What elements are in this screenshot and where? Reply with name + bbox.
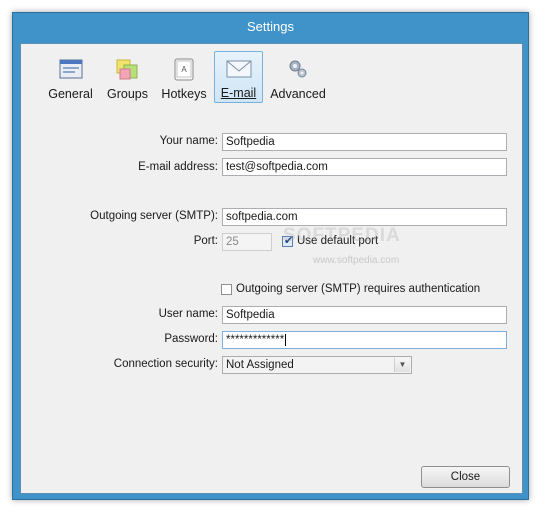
tab-email[interactable]: E-mail <box>214 51 263 103</box>
window-title: Settings <box>247 19 294 34</box>
password-value: ************* <box>226 334 285 346</box>
connection-security-select[interactable]: Not Assigned ▼ <box>222 356 412 374</box>
your-name-label: Your name: <box>159 135 218 147</box>
port-field[interactable]: 25 <box>222 233 272 251</box>
auth-checkbox[interactable] <box>221 284 232 295</box>
hotkeys-icon: A <box>173 58 195 85</box>
username-field[interactable]: Softpedia <box>222 306 507 324</box>
tab-general[interactable]: General <box>48 51 93 103</box>
tab-groups-label: Groups <box>107 87 148 101</box>
username-label: User name: <box>158 308 218 320</box>
port-label: Port: <box>193 235 218 247</box>
smtp-field[interactable]: softpedia.com <box>222 208 507 226</box>
groups-icon <box>115 58 141 85</box>
auth-label: Outgoing server (SMTP) requires authenti… <box>236 283 481 295</box>
tab-hotkeys-label: Hotkeys <box>161 87 207 101</box>
tab-groups[interactable]: Groups <box>106 51 149 103</box>
settings-window: Settings General Groups A Hotkeys E-mail… <box>12 12 529 500</box>
email-icon <box>226 59 252 82</box>
your-name-field[interactable]: Softpedia <box>222 133 507 151</box>
watermark-logo: SOFTPEDIA <box>283 225 401 246</box>
security-label: Connection security: <box>113 358 218 370</box>
tab-advanced[interactable]: Advanced <box>269 51 327 103</box>
tab-hotkeys[interactable]: A Hotkeys <box>160 51 208 103</box>
watermark-url: www.softpedia.com <box>313 255 400 266</box>
email-field[interactable]: test@softpedia.com <box>222 158 507 176</box>
tab-general-label: General <box>48 87 93 101</box>
tab-advanced-label: Advanced <box>270 87 326 101</box>
email-label: E-mail address: <box>138 161 218 173</box>
general-icon <box>59 58 83 83</box>
settings-panel: General Groups A Hotkeys E-mail Advanced… <box>20 43 523 494</box>
close-button[interactable]: Close <box>421 466 510 488</box>
advanced-icon <box>287 58 309 83</box>
password-field[interactable]: ************* <box>222 331 507 349</box>
smtp-label: Outgoing server (SMTP): <box>90 210 218 222</box>
text-caret <box>285 333 287 346</box>
tab-email-label: E-mail <box>220 86 257 100</box>
svg-text:A: A <box>181 65 187 74</box>
chevron-down-icon[interactable]: ▼ <box>394 358 410 372</box>
connection-security-value: Not Assigned <box>226 359 294 371</box>
password-label: Password: <box>164 333 218 345</box>
